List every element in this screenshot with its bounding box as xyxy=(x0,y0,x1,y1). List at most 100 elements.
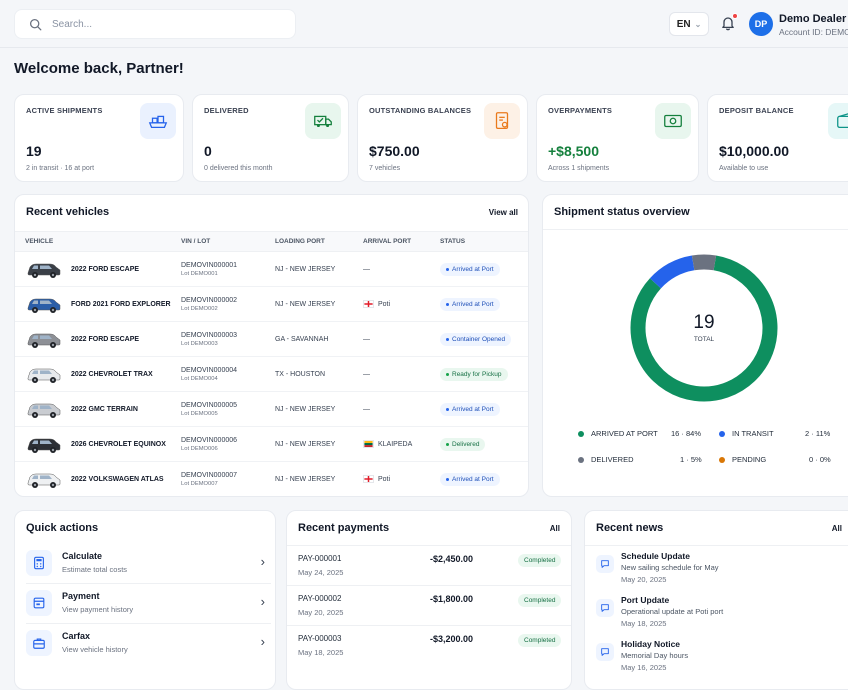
status-badge: Arrived at Port xyxy=(440,472,500,486)
stat-card-overpayments[interactable]: OVERPAYMENTS +$8,500 Across 1 shipments xyxy=(536,94,699,182)
shipment-overview-panel: Shipment status overview 19 TOTAL ARRIVE… xyxy=(542,194,848,497)
vehicle-name: 2022 GMC TERRAIN xyxy=(71,405,138,413)
status-label: Arrived at Port xyxy=(452,405,494,413)
vehicle-cell: FORD 2021 FORD EXPLORER xyxy=(25,293,171,315)
avatar-initials: DP xyxy=(754,19,768,29)
column-header: VEHICLE xyxy=(15,231,171,252)
language-selector[interactable]: EN ⌄ xyxy=(669,12,709,36)
vin: DEMOVIN000004 xyxy=(181,366,238,374)
payment-id: PAY-000001 xyxy=(298,554,342,563)
table-row[interactable]: 2022 FORD ESCAPE DEMOVIN000003 Lot DEMO003… xyxy=(15,321,528,357)
news-all-link[interactable]: All xyxy=(832,524,842,533)
news-date: May 20, 2025 xyxy=(621,575,667,584)
status-badge: Delivered xyxy=(440,437,486,451)
donut-slice-delivered xyxy=(691,254,717,271)
stat-card-active-shipments[interactable]: ACTIVE SHIPMENTS 19 2 in transit · 16 at… xyxy=(14,94,184,182)
news-sub: Memorial Day hours xyxy=(621,651,689,660)
truck-check-icon xyxy=(305,103,341,139)
stat-card-outstanding-balances[interactable]: OUTSTANDING BALANCES $750.00 7 vehicles xyxy=(357,94,528,182)
vehicle-name: 2022 CHEVROLET TRAX xyxy=(71,370,153,378)
invoice-icon xyxy=(484,103,520,139)
status-badge: Container Opened xyxy=(440,332,512,346)
notifications-button[interactable] xyxy=(720,13,738,31)
vin: DEMOVIN000005 xyxy=(181,401,238,409)
status-badge: Completed xyxy=(518,634,562,647)
lot-number: Lot DEMO007 xyxy=(181,480,218,487)
payment-row[interactable]: PAY-000002 May 20, 2025 -$1,800.00 Compl… xyxy=(287,586,571,626)
recent-vehicles-title: Recent vehicles xyxy=(26,206,110,218)
quick-action-calculate[interactable]: Calculate Estimate total costs › xyxy=(26,544,271,584)
news-item[interactable]: Holiday Notice Memorial Day hours May 16… xyxy=(596,639,848,683)
quick-action-carfax[interactable]: Carfax View vehicle history › xyxy=(26,624,271,664)
stat-card-delivered[interactable]: DELIVERED 0 0 delivered this month xyxy=(192,94,349,182)
quick-action-title: Payment xyxy=(62,591,100,601)
table-row[interactable]: 2026 CHEVROLET EQUINOX DEMOVIN000006 Lot D… xyxy=(15,426,528,462)
news-date: May 16, 2025 xyxy=(621,663,667,672)
search-input[interactable]: Search... xyxy=(52,19,92,30)
notification-dot xyxy=(732,13,738,19)
message-icon xyxy=(596,643,614,661)
status-badge: Completed xyxy=(518,554,562,567)
vehicle-cell: 2022 VOLKSWAGEN ATLAS xyxy=(25,468,171,490)
ship-icon xyxy=(140,103,176,139)
recent-payments-title: Recent payments xyxy=(298,522,390,534)
avatar[interactable]: DP xyxy=(749,12,773,36)
quick-actions-title: Quick actions xyxy=(26,522,99,534)
status-dot xyxy=(446,477,449,481)
arrival-port-name: Poti xyxy=(378,475,391,483)
payment-row[interactable]: PAY-000003 May 18, 2025 -$3,200.00 Compl… xyxy=(287,626,571,666)
stat-value: 19 xyxy=(26,143,42,159)
stat-value: 0 xyxy=(204,143,212,159)
quick-actions-panel: Quick actions Calculate Estimate total c… xyxy=(14,510,276,690)
news-title: Schedule Update xyxy=(621,551,690,561)
table-row[interactable]: 2022 CHEVROLET TRAX DEMOVIN000004 Lot DEMO… xyxy=(15,356,528,392)
legend-label: PENDING xyxy=(732,455,767,464)
status-badge: Arrived at Port xyxy=(440,297,500,311)
georgia-flag-icon xyxy=(363,475,374,483)
legend-dot xyxy=(578,430,584,437)
donut-total-label: TOTAL xyxy=(693,336,715,343)
divider xyxy=(543,229,848,230)
news-item[interactable]: Schedule Update New sailing schedule for… xyxy=(596,551,848,595)
page-title: Welcome back, Partner! xyxy=(14,60,184,77)
quick-action-sub: View payment history xyxy=(62,605,134,614)
news-item[interactable]: Port Update Operational update at Poti p… xyxy=(596,595,848,639)
stat-card-deposit-balance[interactable]: DEPOSIT BALANCE $10,000.00 Available to … xyxy=(707,94,848,182)
lot-number: Lot DEMO005 xyxy=(181,410,218,417)
quick-action-payment[interactable]: Payment View payment history › xyxy=(26,584,271,624)
status-dot xyxy=(446,302,449,306)
payment-id: PAY-000002 xyxy=(298,594,342,603)
news-sub: Operational update at Poti port xyxy=(621,607,724,616)
top-bar: Search... EN ⌄ DP Demo Dealer Account ID… xyxy=(0,0,848,48)
recent-news-panel: Recent news All Schedule Update New sail… xyxy=(584,510,848,690)
donut-slice-in-transit xyxy=(649,255,695,289)
loading-port: NJ - NEW JERSEY xyxy=(265,426,353,462)
legend-value: 2 · 11% xyxy=(805,429,831,438)
table-row[interactable]: 2022 FORD ESCAPE DEMOVIN000001 Lot DEMO001… xyxy=(15,251,528,287)
status-dot xyxy=(446,372,449,376)
table-row[interactable]: 2022 VOLKSWAGEN ATLAS DEMOVIN000007 Lot DE… xyxy=(15,461,528,496)
car-thumbnail-icon xyxy=(27,263,61,278)
table-row[interactable]: 2022 GMC TERRAIN DEMOVIN000005 Lot DEMO005… xyxy=(15,391,528,427)
legend-dot xyxy=(719,456,725,463)
card-icon xyxy=(26,590,52,616)
loading-port: NJ - NEW JERSEY xyxy=(265,391,353,427)
recent-vehicles-panel: Recent vehicles View all VEHICLE VIN / L… xyxy=(14,194,529,497)
view-all-link[interactable]: View all xyxy=(489,208,518,217)
table-row[interactable]: FORD 2021 FORD EXPLORER DEMOVIN000002 Lot … xyxy=(15,286,528,322)
search-box[interactable]: Search... xyxy=(14,9,296,39)
donut-total: 19 xyxy=(693,312,715,333)
lot-number: Lot DEMO006 xyxy=(181,445,218,452)
calculator-icon xyxy=(26,550,52,576)
payment-row[interactable]: PAY-000001 May 24, 2025 -$2,450.00 Compl… xyxy=(287,546,571,586)
user-name[interactable]: Demo Dealer xyxy=(779,13,846,25)
payment-amount: -$2,450.00 xyxy=(430,554,474,564)
status-label: Delivered xyxy=(452,440,480,448)
quick-action-sub: Estimate total costs xyxy=(62,565,128,574)
news-title: Holiday Notice xyxy=(621,639,681,649)
vin: DEMOVIN000001 xyxy=(181,261,238,269)
search-icon xyxy=(29,18,42,30)
wallet-icon xyxy=(828,103,848,139)
arrival-port: — xyxy=(363,371,430,378)
payments-all-link[interactable]: All xyxy=(550,524,560,533)
